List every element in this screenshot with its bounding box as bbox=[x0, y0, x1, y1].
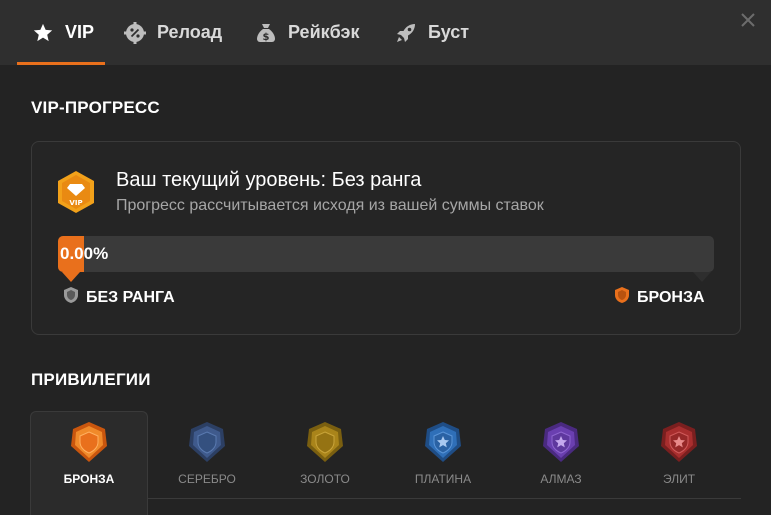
tier-tab-platinum[interactable]: ПЛАТИНА bbox=[384, 420, 502, 492]
platinum-shield-icon bbox=[422, 420, 464, 464]
progress-end-pointer bbox=[693, 272, 711, 282]
percent-gear-icon bbox=[123, 21, 147, 45]
current-rank-label: БЕЗ РАНГА bbox=[86, 288, 175, 306]
vip-progress-title: VIP-ПРОГРЕСС bbox=[31, 98, 160, 117]
privileges-title: ПРИВИЛЕГИИ bbox=[31, 370, 151, 389]
tier-name: СЕРЕБРО bbox=[178, 472, 236, 486]
tier-tab-bronze[interactable]: БРОНЗА bbox=[30, 420, 148, 492]
tab-rakeback[interactable]: $ Рейкбэк bbox=[254, 0, 359, 65]
tab-reload[interactable]: Релоад bbox=[123, 0, 222, 65]
gold-shield-icon bbox=[304, 420, 346, 464]
tier-name: ЭЛИТ bbox=[662, 472, 696, 486]
money-bag-icon: $ bbox=[254, 21, 278, 45]
progress-start-pointer bbox=[62, 272, 80, 282]
tab-label: Релоад bbox=[157, 22, 223, 42]
next-rank: БРОНЗА bbox=[615, 287, 705, 308]
tier-tab-silver[interactable]: СЕРЕБРО bbox=[148, 420, 266, 492]
current-level-title: Ваш текущий уровень: Без ранга bbox=[116, 169, 422, 191]
top-nav: VIP Релоад $ Рейкбэк Буст bbox=[0, 0, 771, 65]
rocket-icon bbox=[394, 21, 418, 45]
tier-name: АЛМАЗ bbox=[540, 472, 582, 486]
active-tab-indicator bbox=[17, 62, 105, 65]
close-icon bbox=[740, 12, 756, 33]
close-button[interactable] bbox=[736, 10, 760, 34]
svg-text:$: $ bbox=[263, 32, 270, 43]
tab-boost[interactable]: Буст bbox=[394, 0, 469, 65]
tier-name: ЗОЛОТО bbox=[300, 472, 350, 486]
tab-label: Буст bbox=[428, 22, 470, 42]
current-rank: БЕЗ РАНГА bbox=[64, 287, 175, 308]
tier-tab-elite[interactable]: ЭЛИТ bbox=[620, 420, 738, 492]
progress-percent: 0.00% bbox=[60, 244, 109, 263]
silver-shield-icon bbox=[186, 420, 228, 464]
tab-vip[interactable]: VIP bbox=[31, 0, 94, 65]
tier-name: ПЛАТИНА bbox=[414, 472, 472, 486]
tier-tabs-divider bbox=[147, 498, 741, 499]
elite-shield-icon bbox=[658, 420, 700, 464]
progress-description: Прогресс рассчитывается исходя из вашей … bbox=[116, 197, 544, 214]
progress-bar-track bbox=[58, 236, 714, 272]
diamond-shield-icon bbox=[540, 420, 582, 464]
vip-level-badge-icon: VIP bbox=[56, 170, 96, 214]
unranked-shield-icon bbox=[64, 287, 78, 308]
star-icon bbox=[31, 21, 55, 45]
bronze-shield-icon bbox=[68, 420, 110, 464]
next-rank-label: БРОНЗА bbox=[637, 288, 705, 306]
tier-tab-gold[interactable]: ЗОЛОТО bbox=[266, 420, 384, 492]
tier-tab-diamond[interactable]: АЛМАЗ bbox=[502, 420, 620, 492]
badge-text: VIP bbox=[69, 199, 82, 207]
tier-name: БРОНЗА bbox=[63, 472, 115, 486]
bronze-shield-icon bbox=[615, 287, 629, 308]
tab-label: Рейкбэк bbox=[288, 22, 360, 42]
tab-label: VIP bbox=[65, 22, 95, 42]
